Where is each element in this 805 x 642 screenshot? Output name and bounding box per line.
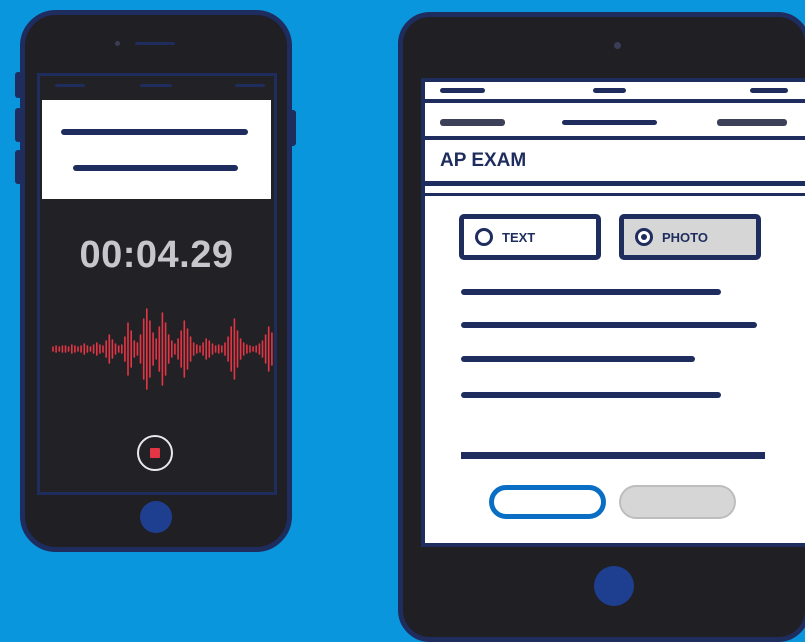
radio-unchecked-icon <box>475 228 493 246</box>
phone-header-line-1 <box>61 129 248 135</box>
tablet-status-bar-right <box>750 88 788 93</box>
phone-status-bar-center <box>140 84 172 87</box>
tablet-divider-3 <box>425 181 805 186</box>
tablet-status-bar-center <box>593 88 626 93</box>
secondary-button[interactable] <box>619 485 736 519</box>
stop-record-icon <box>150 448 160 458</box>
primary-button[interactable] <box>489 485 606 519</box>
tablet-divider-5 <box>461 452 765 459</box>
tablet-home-button[interactable] <box>594 566 634 606</box>
tablet-status-bar-left <box>440 88 485 93</box>
content-line-1 <box>461 289 721 295</box>
phone-speaker <box>135 42 175 45</box>
radio-checked-icon <box>635 228 653 246</box>
tablet-divider-2 <box>425 136 805 140</box>
content-line-2 <box>461 322 757 328</box>
tablet-camera-icon <box>614 42 621 49</box>
tablet-divider-4 <box>425 193 805 196</box>
phone-home-button[interactable] <box>140 501 172 533</box>
content-line-4 <box>461 392 721 398</box>
radio-option-photo[interactable]: PHOTO <box>619 214 761 260</box>
tablet-nav-item-right[interactable] <box>717 119 787 126</box>
tablet-nav-item-left[interactable] <box>440 119 505 126</box>
audio-waveform <box>52 308 273 390</box>
stop-record-button[interactable] <box>137 435 173 471</box>
phone-header-panel <box>42 100 271 199</box>
content-line-3 <box>461 356 695 362</box>
radio-option-text[interactable]: TEXT <box>459 214 601 260</box>
radio-option-text-label: TEXT <box>502 229 536 245</box>
radio-option-photo-label: PHOTO <box>662 229 708 245</box>
phone-status-bar-left <box>55 84 85 87</box>
exam-title: AP EXAM <box>440 150 527 171</box>
phone-camera-icon <box>115 41 120 46</box>
tablet-nav-item-center[interactable] <box>562 120 657 125</box>
phone-header-line-2 <box>73 165 238 171</box>
phone-status-bar-right <box>235 84 265 87</box>
tablet-divider-1 <box>425 99 805 103</box>
recording-timer: 00:04.29 <box>79 234 234 276</box>
